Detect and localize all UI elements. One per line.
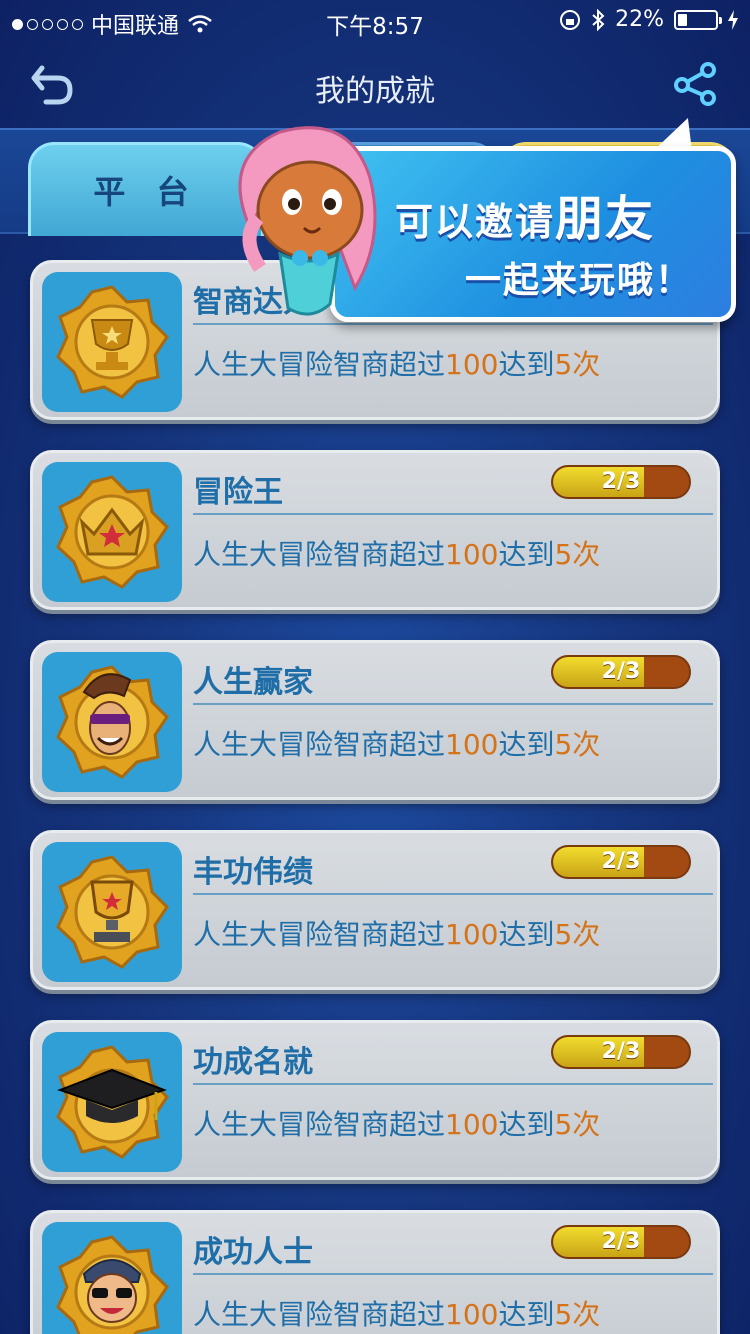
trophy-icon [56,855,169,969]
progress-bar: 2/3 [551,1225,691,1259]
battery-icon [674,9,722,30]
progress-text: 2/3 [601,469,641,494]
page-title: 我的成就 [315,74,435,109]
nav-bar: 我的成就 [0,42,750,128]
achievement-desc: 人生大冒险智商超过100达到5次 [193,918,601,951]
invite-popup[interactable]: 可以邀请朋友 一起来玩哦！ [220,118,740,328]
achievement-title: 冒险王 [193,475,283,510]
progress-text: 2/3 [601,659,641,684]
achievement-badge [42,842,182,982]
achievement-card[interactable]: 人生赢家 2/3 人生大冒险智商超过100达到5次 [30,640,720,800]
divider [193,893,713,895]
progress-bar: 2/3 [551,845,691,879]
progress-text: 2/3 [601,1039,641,1064]
divider [193,513,713,515]
achievement-desc: 人生大冒险智商超过100达到5次 [193,348,601,381]
bluetooth-icon [592,8,605,31]
battery-percent: 22% [615,7,664,32]
achievement-badge [42,462,182,602]
cool-guy-icon [56,665,169,779]
achievement-card[interactable]: 功成名就 2/3 人生大冒险智商超过100达到5次 [30,1020,720,1180]
graduation-cap-icon [56,1045,169,1159]
progress-bar: 2/3 [551,1035,691,1069]
achievement-desc: 人生大冒险智商超过100达到5次 [193,1298,601,1331]
achievement-badge [42,1222,182,1334]
achievement-badge [42,1032,182,1172]
charging-icon [728,9,738,30]
progress-bar: 2/3 [551,655,691,689]
crown-icon [56,475,169,589]
share-icon[interactable] [670,58,722,110]
divider [193,703,713,705]
achievement-card[interactable]: 成功人士 2/3 人生大冒险智商超过100达到5次 [30,1210,720,1334]
progress-text: 2/3 [601,849,641,874]
achievement-title: 成功人士 [193,1235,313,1270]
divider [193,1273,713,1275]
progress-bar: 2/3 [551,465,691,499]
achievement-card[interactable]: 冒险王 2/3 人生大冒险智商超过100达到5次 [30,450,720,610]
achievement-badge [42,652,182,792]
achievement-desc: 人生大冒险智商超过100达到5次 [193,1108,601,1141]
achievement-list: 智商达人 人生大冒险智商超过100达到5次 冒险王 2/3 人生大冒险智商超过1… [30,260,720,1334]
invite-line-1: 可以邀请朋友 [395,191,656,247]
rotation-lock-icon [560,9,581,30]
achievement-desc: 人生大冒险智商超过100达到5次 [193,728,601,761]
divider [193,1083,713,1085]
trophy-star-icon [56,285,169,399]
achievement-title: 丰功伟绩 [193,855,313,890]
achievement-badge [42,272,182,412]
achievement-title: 人生赢家 [193,665,313,700]
achievement-card[interactable]: 丰功伟绩 2/3 人生大冒险智商超过100达到5次 [30,830,720,990]
mermaid-mascot-icon [238,126,377,316]
progress-text: 2/3 [601,1229,641,1254]
glasses-man-icon [56,1235,169,1334]
achievement-title: 功成名就 [193,1045,313,1080]
status-bar: 中国联通 下午8:57 22% [0,0,750,42]
invite-bubble: 可以邀请朋友 一起来玩哦！ [330,146,736,322]
achievement-desc: 人生大冒险智商超过100达到5次 [193,538,601,571]
invite-line-2: 一起来玩哦！ [465,260,694,301]
